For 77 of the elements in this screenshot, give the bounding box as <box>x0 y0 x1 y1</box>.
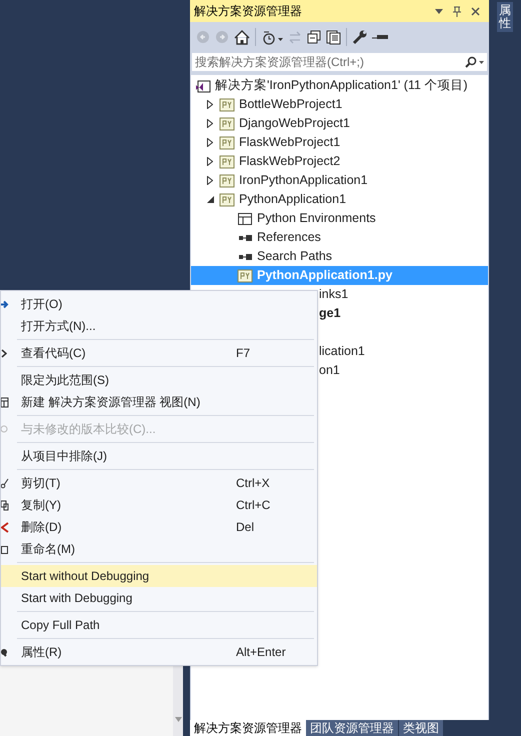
item-label: References <box>257 229 321 246</box>
python-file-icon <box>237 268 253 282</box>
item-label: FlaskWebProject2 <box>239 153 340 170</box>
python-project-icon <box>219 136 235 150</box>
item-label: lication1 <box>319 343 365 360</box>
menu-item[interactable]: 打开(O) <box>1 293 317 315</box>
menu-item[interactable]: Start with Debugging <box>1 587 317 609</box>
python-project-icon <box>219 116 235 130</box>
menu-item[interactable]: 新建 解决方案资源管理器 视图(N) <box>1 391 317 413</box>
item-label: DjangoWebProject1 <box>239 115 350 132</box>
tab[interactable]: 解决方案资源管理器 <box>190 720 306 736</box>
tree-item[interactable]: IronPythonApplication1 <box>191 171 488 190</box>
collapsed-icon[interactable] <box>207 157 213 166</box>
rename-icon <box>1 544 9 554</box>
window-icon <box>1 396 9 408</box>
menu-item[interactable]: Copy Full Path <box>1 614 317 636</box>
item-label: Python Environments <box>257 210 376 228</box>
solution-icon <box>195 78 211 92</box>
arrow-icon <box>1 300 9 308</box>
tree-item[interactable]: FlaskWebProject2 <box>191 152 488 171</box>
item-label: 解决方案'IronPythonApplication1' (11 个项目) <box>215 77 468 94</box>
python-project-icon <box>219 98 235 112</box>
menu-item[interactable]: 从项目中排除(J) <box>1 445 317 467</box>
menu-item[interactable]: 限定为此范围(S) <box>1 369 317 391</box>
magnifier-icon <box>1 424 9 434</box>
menu-item[interactable]: 删除(D) Del <box>1 516 317 538</box>
item-label: FlaskWebProject1 <box>239 134 340 152</box>
item-label: on1 <box>319 362 340 380</box>
expanded-icon[interactable] <box>206 196 214 203</box>
tree-item[interactable]: BottleWebProject1 <box>191 95 488 114</box>
tree-item[interactable]: Python Environments <box>191 209 488 228</box>
tree-item[interactable]: Search Paths <box>191 247 488 266</box>
collapsed-icon[interactable] <box>207 138 213 147</box>
tree-item[interactable]: FlaskWebProject1 <box>191 133 488 152</box>
item-label: IronPythonApplication1 <box>239 172 368 190</box>
tab[interactable]: 团队资源管理器 <box>306 720 398 736</box>
delete-icon <box>1 522 9 532</box>
tree-item[interactable]: 解决方案'IronPythonApplication1' (11 个项目) <box>191 76 488 95</box>
menu-item[interactable]: 重命名(M) <box>1 538 317 560</box>
search-icon[interactable] <box>464 56 484 68</box>
menu-item[interactable]: 属性(R) Alt+Enter <box>1 641 317 663</box>
item-label: inks1 <box>319 286 348 304</box>
properties-tab[interactable]: 属性 <box>497 2 513 32</box>
collapsed-icon[interactable] <box>207 100 213 109</box>
dropdown-icon[interactable] <box>435 8 443 14</box>
collapse-icon[interactable] <box>307 30 321 44</box>
minus-icon[interactable] <box>372 34 388 40</box>
pin-icon[interactable] <box>453 6 461 16</box>
item-label: PythonApplication1.py <box>257 267 392 284</box>
item-label: ge1 <box>319 305 341 322</box>
menu-item[interactable]: 打开方式(N)... <box>1 315 317 337</box>
scissors-icon <box>1 478 9 488</box>
chevron-icon <box>1 348 7 358</box>
collapsed-icon[interactable] <box>207 119 213 128</box>
copy-icon <box>1 500 9 510</box>
window-title: 解决方案资源管理器 <box>194 3 303 20</box>
environments-icon <box>237 212 253 226</box>
tree-item[interactable]: DjangoWebProject1 <box>191 114 488 133</box>
clock-icon[interactable] <box>261 30 283 44</box>
tree-item[interactable]: References <box>191 228 488 247</box>
tree-item[interactable]: PythonApplication1 <box>191 190 488 209</box>
files-icon[interactable] <box>326 30 341 44</box>
menu-item[interactable]: 剪切(T) Ctrl+X <box>1 472 317 494</box>
python-project-icon <box>219 174 235 188</box>
tab[interactable]: 类视图 <box>399 720 443 736</box>
menu-item[interactable]: 复制(Y) Ctrl+C <box>1 494 317 516</box>
search-field[interactable]: 搜索解决方案资源管理器(Ctrl+;) <box>191 52 488 72</box>
collapsed-icon[interactable] <box>207 176 213 185</box>
menu-item[interactable]: 查看代码(C) F7 <box>1 342 317 364</box>
item-label: PythonApplication1 <box>239 191 346 208</box>
menu-item[interactable]: Start without Debugging <box>1 565 317 587</box>
python-project-icon <box>219 154 235 168</box>
home-icon[interactable] <box>234 30 250 44</box>
item-label: BottleWebProject1 <box>239 96 342 114</box>
python-project-icon <box>219 192 235 206</box>
item-label: Search Paths <box>257 248 332 266</box>
close-icon[interactable] <box>471 6 480 16</box>
